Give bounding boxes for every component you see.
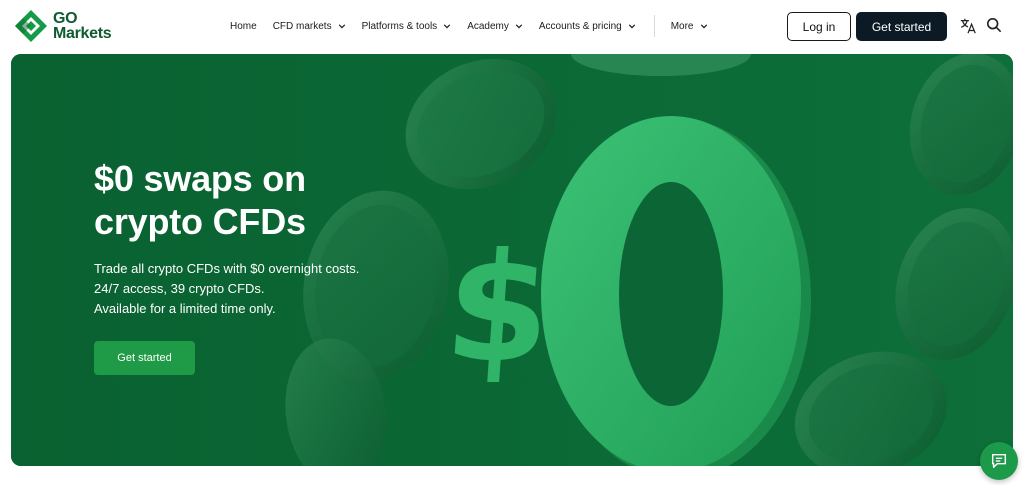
chevron-down-icon [700, 24, 707, 29]
nav-item-more[interactable]: More [671, 21, 708, 32]
logo-line2: Markets [53, 25, 112, 42]
chevron-down-icon [515, 24, 523, 29]
logo-line1: GO [53, 10, 78, 27]
logo-mark-icon [15, 10, 47, 42]
hero-title-line2: crypto CFDs [94, 201, 306, 242]
chevron-down-icon [628, 24, 635, 29]
hero-subtitle-line3: Available for a limited time only. [94, 301, 276, 316]
nav-item-home[interactable]: Home [230, 21, 257, 32]
nav-item-accounts-pricing[interactable]: Accounts & pricing [539, 21, 636, 32]
nav-item-label: Academy [467, 20, 509, 32]
nav-item-label: More [670, 20, 694, 32]
chevron-down-icon [443, 24, 451, 29]
hero-title-line1: $0 swaps on [94, 158, 306, 199]
nav-divider [653, 15, 655, 37]
hero-subtitle: Trade all crypto CFDs with $0 overnight … [94, 259, 434, 319]
nav-item-label: Home [230, 20, 257, 32]
translate-icon[interactable] [959, 17, 977, 35]
header-get-started-button[interactable]: Get started [856, 12, 947, 41]
chat-icon [991, 453, 1007, 469]
chevron-down-icon [338, 24, 345, 29]
nav-item-platforms-tools[interactable]: Platforms & tools [362, 21, 452, 32]
big-dollar-graphic: $ [439, 222, 557, 396]
hero-get-started-button[interactable]: Get started [94, 341, 195, 375]
logo-text: GO Markets [53, 10, 112, 42]
nav-item-label: CFD markets [272, 20, 332, 32]
main-nav: Home CFD markets Platforms & tools Acade… [230, 0, 724, 52]
nav-item-label: Platforms & tools [361, 20, 438, 32]
hero-banner: $ $0 swaps on crypto CFDs Trade all cryp… [11, 54, 1013, 466]
nav-item-cfd-markets[interactable]: CFD markets [273, 21, 346, 32]
search-icon[interactable] [986, 17, 1002, 33]
nav-item-label: Accounts & pricing [538, 20, 622, 32]
nav-item-academy[interactable]: Academy [467, 21, 523, 32]
site-header: GO Markets Home CFD markets Platforms & … [0, 0, 1024, 52]
hero-subtitle-line2: 24/7 access, 39 crypto CFDs. [94, 281, 265, 296]
hero-subtitle-line1: Trade all crypto CFDs with $0 overnight … [94, 261, 360, 276]
logo[interactable]: GO Markets [14, 9, 126, 43]
login-button[interactable]: Log in [787, 12, 851, 41]
hero-title: $0 swaps on crypto CFDs [94, 157, 424, 243]
chat-button[interactable] [980, 442, 1018, 480]
